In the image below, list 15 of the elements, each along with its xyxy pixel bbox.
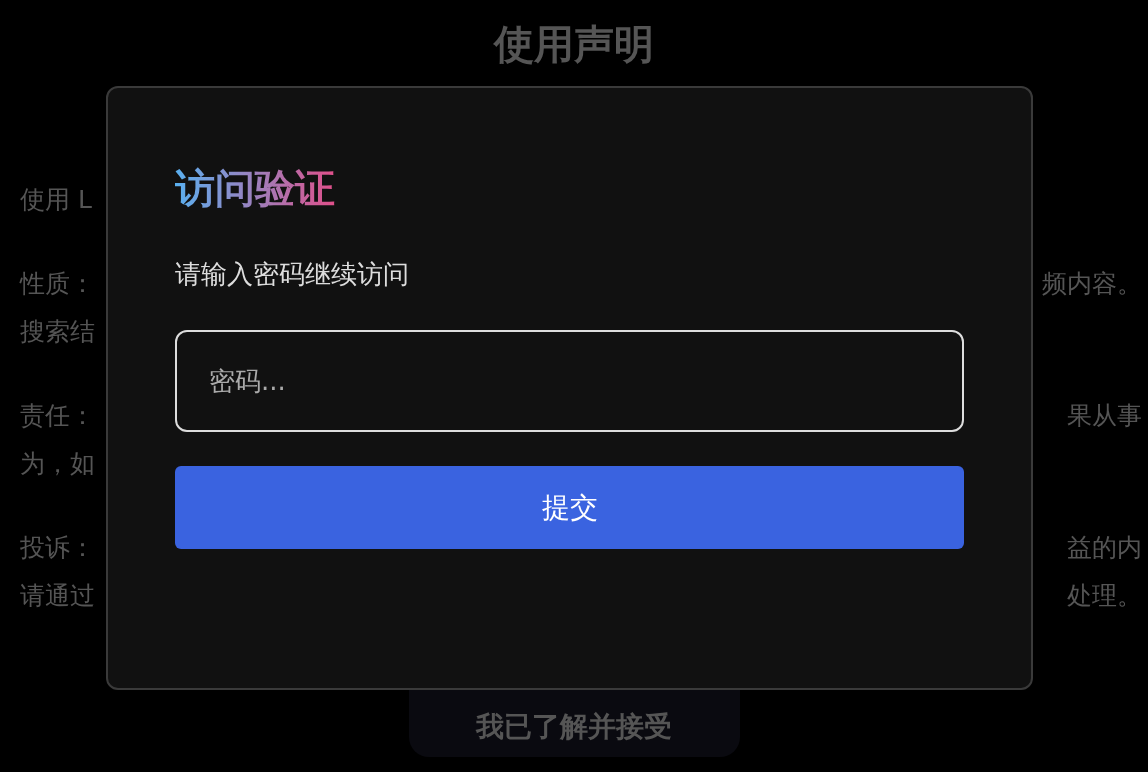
disclaimer-text: 为，如 — [20, 448, 95, 480]
page-title: 使用声明 — [492, 20, 655, 69]
disclaimer-text: 果从事 — [1067, 400, 1142, 432]
password-field[interactable]: 密码... — [175, 330, 964, 432]
disclaimer-text: 请通过 — [20, 580, 95, 612]
disclaimer-text: 性质： — [20, 268, 95, 300]
dialog-prompt: 请输入密码继续访问 — [175, 258, 410, 291]
submit-button[interactable]: 提交 — [175, 466, 964, 549]
disclaimer-text: 益的内 — [1067, 532, 1142, 564]
disclaimer-text: 搜索结 — [20, 316, 95, 348]
disclaimer-text: 责任： — [20, 400, 95, 432]
disclaimer-text: 处理。 — [1067, 580, 1142, 612]
disclaimer-text: 频内容。 — [1042, 268, 1142, 300]
disclaimer-text: 投诉： — [20, 532, 95, 564]
disclaimer-text: 使用 L — [20, 184, 92, 216]
